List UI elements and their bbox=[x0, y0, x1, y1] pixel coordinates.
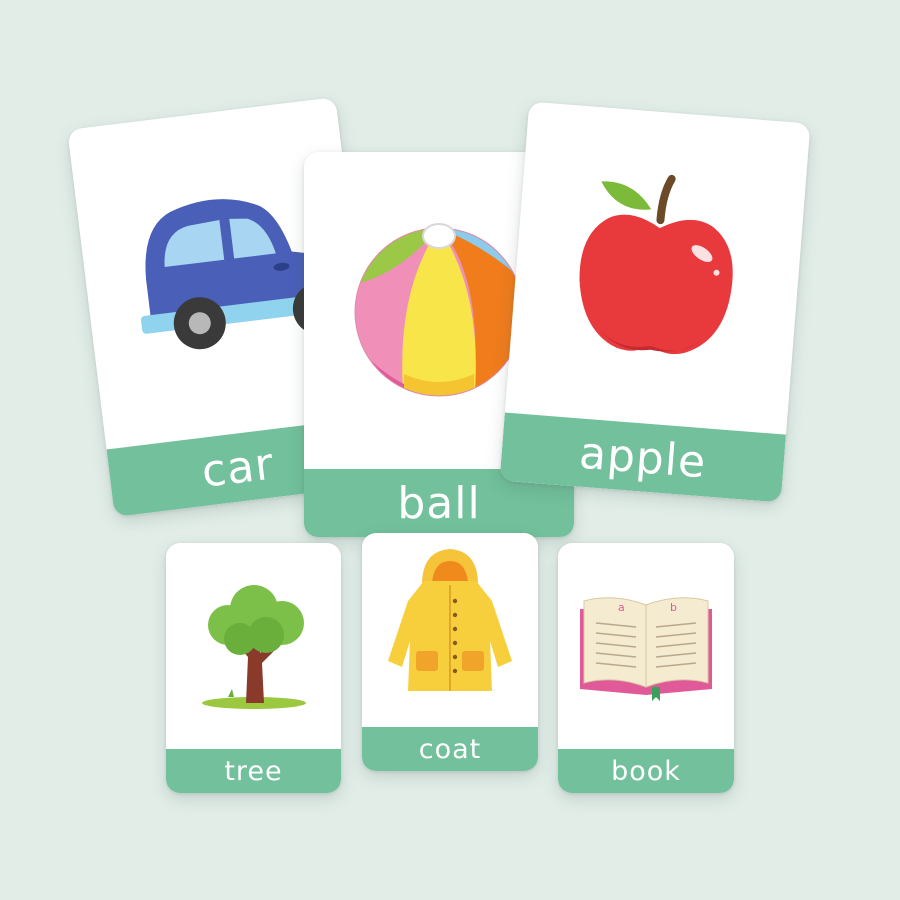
book-icon: a b bbox=[558, 583, 734, 703]
book-page-letter: b bbox=[670, 601, 677, 614]
raincoat-icon bbox=[362, 541, 538, 701]
apple-icon bbox=[509, 153, 807, 384]
card-word-label: tree bbox=[166, 749, 341, 793]
flashcard-book[interactable]: a b book bbox=[558, 543, 734, 793]
flashcard-coat[interactable]: coat bbox=[362, 533, 538, 771]
card-word-label: book bbox=[558, 749, 734, 793]
book-page-letter: a bbox=[618, 601, 625, 614]
flashcard-apple[interactable]: apple bbox=[499, 101, 811, 503]
tree-icon bbox=[166, 573, 341, 713]
card-word-label: coat bbox=[362, 727, 538, 771]
flashcard-tree[interactable]: tree bbox=[166, 543, 341, 793]
